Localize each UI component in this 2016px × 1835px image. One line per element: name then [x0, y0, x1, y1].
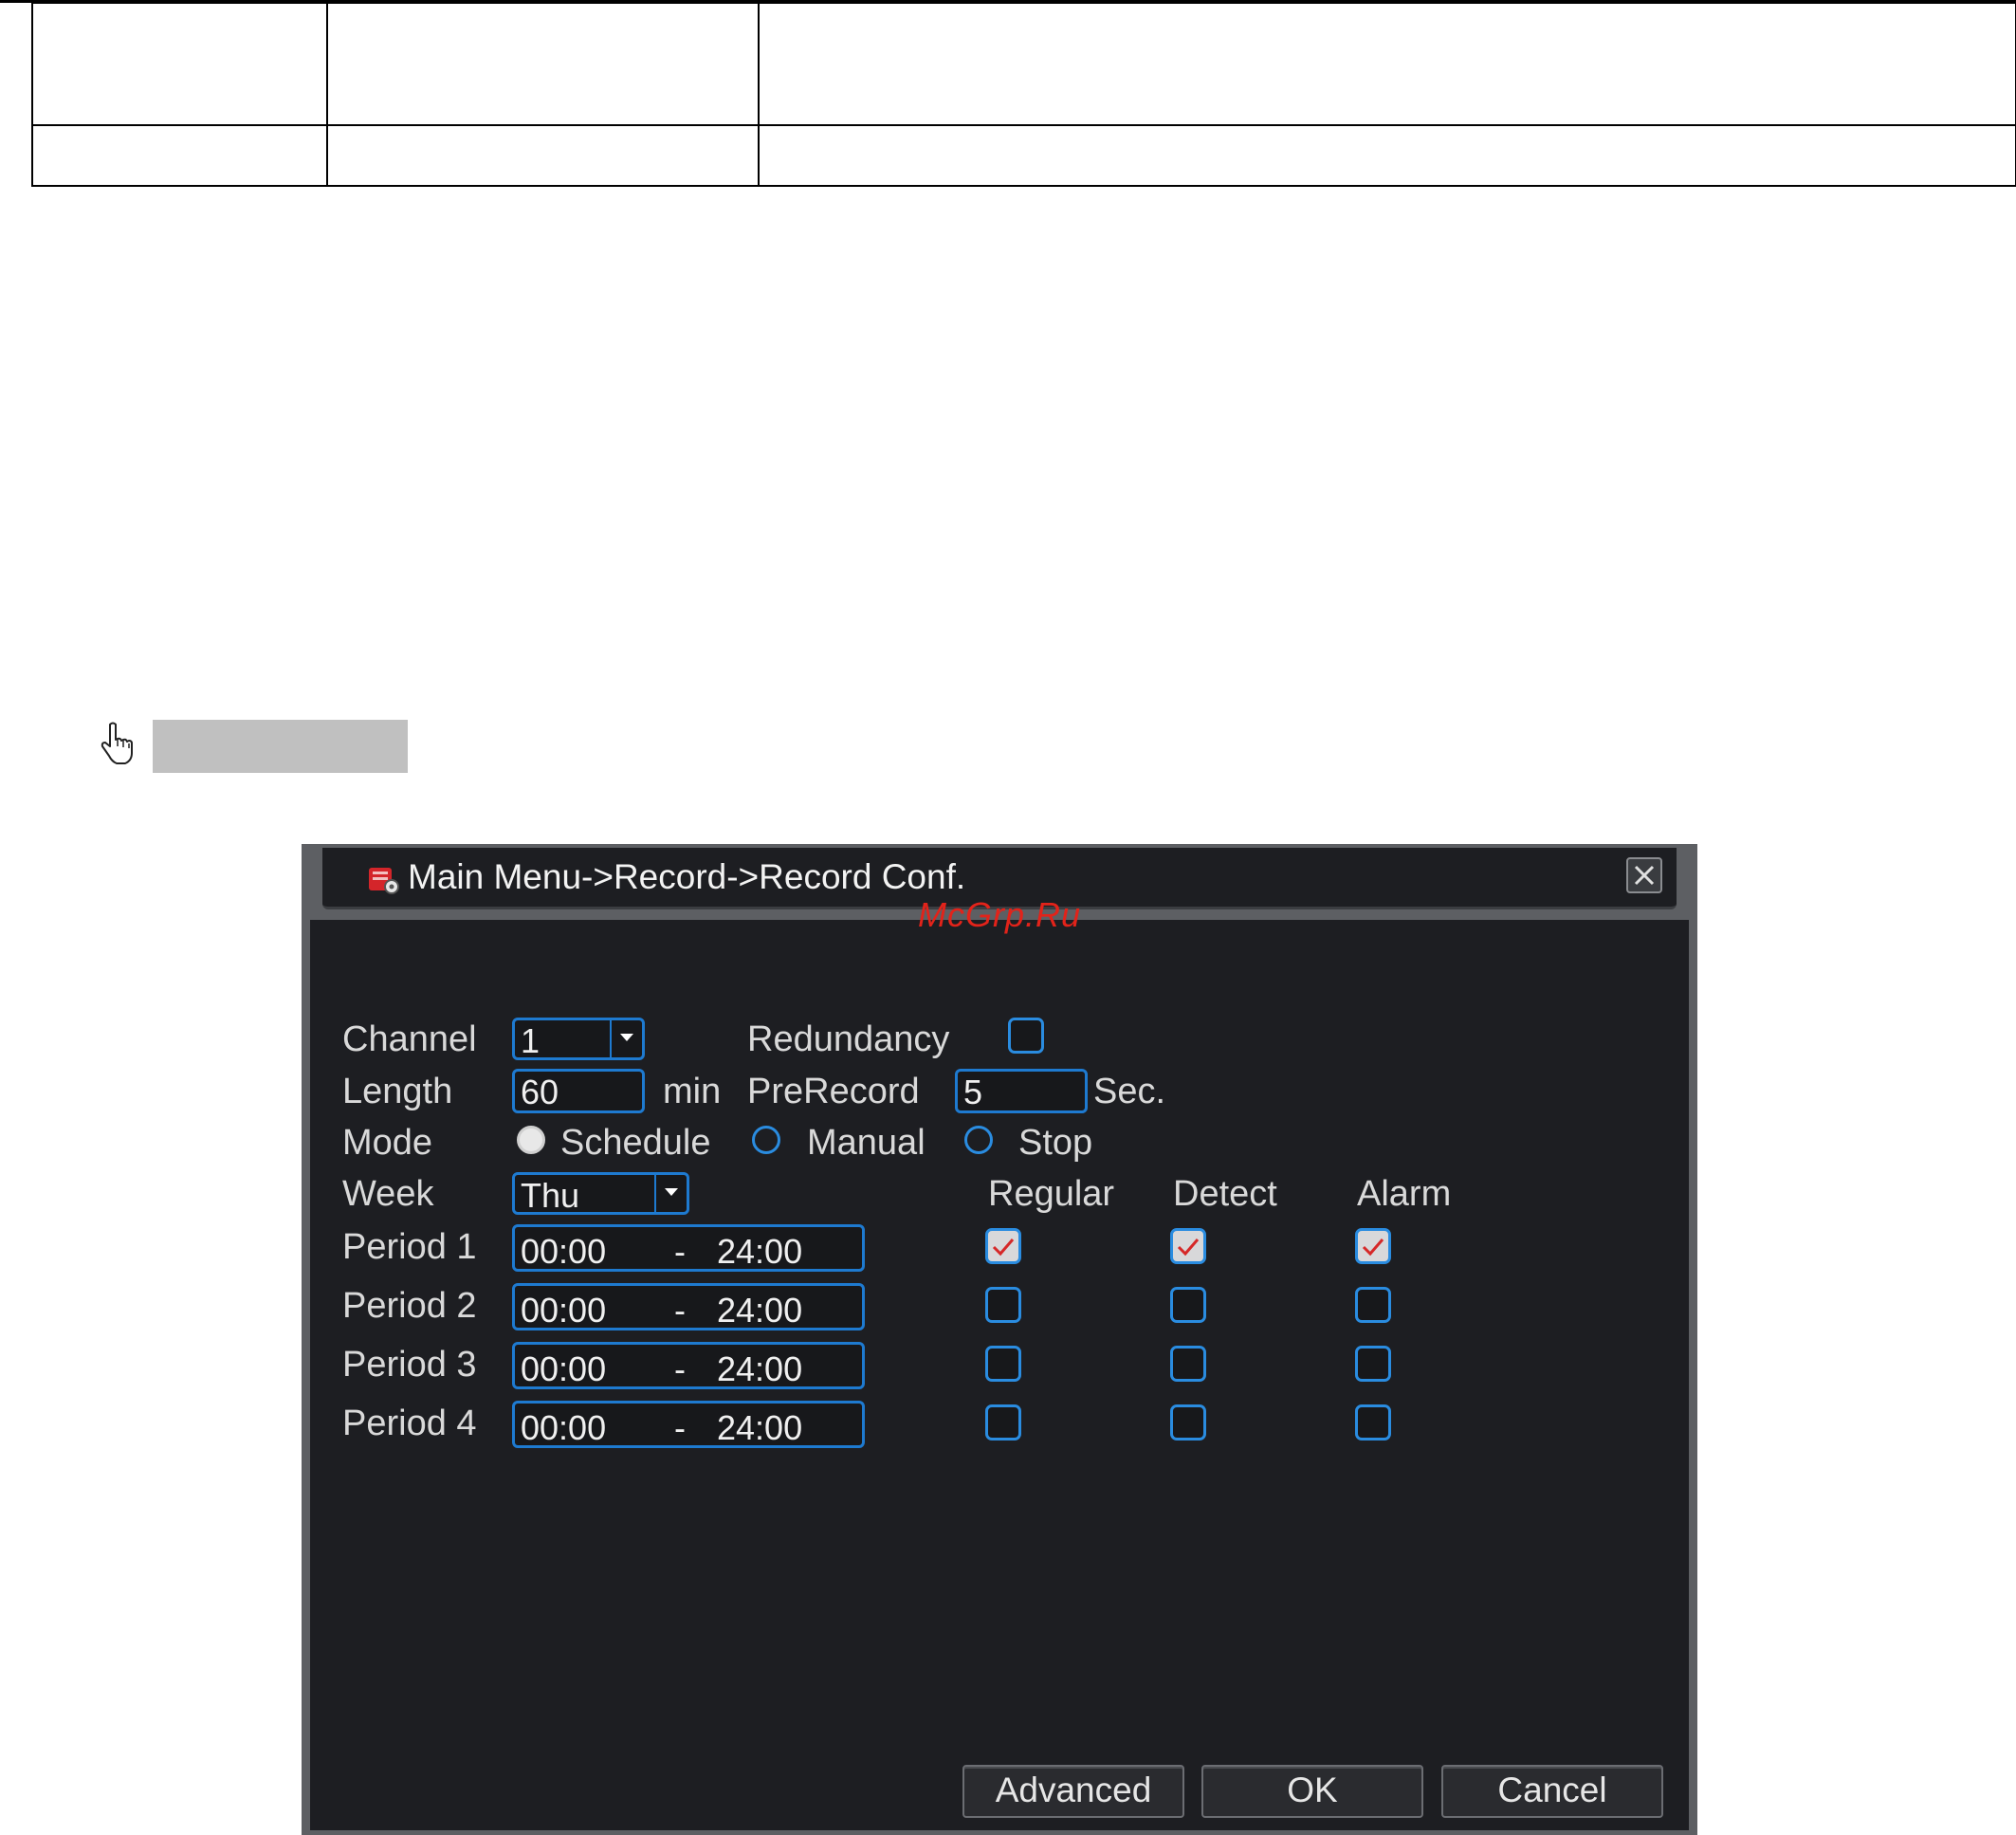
mode-radio-manual[interactable]: [752, 1126, 780, 1154]
period-2-regular-checkbox[interactable]: [985, 1287, 1021, 1323]
period-end: 24:00: [717, 1291, 803, 1330]
period-separator: -: [674, 1232, 686, 1271]
advanced-button[interactable]: Advanced: [962, 1765, 1184, 1818]
period-3-regular-checkbox[interactable]: [985, 1346, 1021, 1382]
dialog-body: Channel 1 Redundancy Length 60 min PreRe…: [310, 920, 1689, 1830]
period-end: 24:00: [717, 1408, 803, 1447]
period-4-detect-checkbox[interactable]: [1170, 1404, 1206, 1440]
mode-radio-schedule[interactable]: [517, 1126, 545, 1154]
watermark: McGrp.Ru: [918, 895, 1082, 934]
checkmark-icon: [992, 1239, 1015, 1257]
channel-select[interactable]: 1: [512, 1018, 645, 1060]
week-label: Week: [342, 1174, 434, 1214]
period-separator: -: [674, 1408, 686, 1447]
period-4-time-input[interactable]: 00:00 - 24:00: [512, 1401, 865, 1448]
table-cell: [31, 124, 328, 187]
mode-option-label: Manual: [807, 1123, 926, 1163]
channel-value: 1: [521, 1021, 541, 1060]
table-cell: [326, 2, 760, 126]
cancel-button[interactable]: Cancel: [1441, 1765, 1663, 1818]
checkmark-icon: [1177, 1239, 1200, 1257]
period-2-detect-checkbox[interactable]: [1170, 1287, 1206, 1323]
chevron-down-icon[interactable]: [654, 1175, 687, 1212]
period-start: 00:00: [521, 1232, 607, 1271]
period-label: Period 3: [342, 1345, 477, 1385]
document-table: [31, 2, 2016, 187]
period-start: 00:00: [521, 1349, 607, 1388]
length-value: 60: [521, 1073, 559, 1111]
period-3-time-input[interactable]: 00:00 - 24:00: [512, 1342, 865, 1389]
period-1-regular-checkbox[interactable]: [985, 1228, 1021, 1264]
table-row: [31, 2, 2016, 126]
length-unit: min: [663, 1072, 722, 1111]
table-cell: [758, 2, 2016, 126]
period-start: 00:00: [521, 1291, 607, 1330]
prerecord-unit: Sec.: [1093, 1072, 1166, 1111]
week-value: Thu: [521, 1176, 580, 1215]
mode-option-label: Schedule: [560, 1123, 711, 1163]
period-label: Period 2: [342, 1286, 477, 1326]
period-1-time-input[interactable]: 00:00 - 24:00: [512, 1224, 865, 1272]
period-2-alarm-checkbox[interactable]: [1355, 1287, 1391, 1323]
table-cell: [326, 124, 760, 187]
week-select[interactable]: Thu: [512, 1172, 689, 1215]
mode-option-label: Stop: [1018, 1123, 1093, 1163]
checkmark-icon: [1362, 1239, 1384, 1257]
prerecord-input[interactable]: 5: [955, 1069, 1088, 1113]
redundancy-label: Redundancy: [747, 1019, 950, 1059]
period-end: 24:00: [717, 1232, 803, 1271]
period-label: Period 4: [342, 1404, 477, 1443]
dialog-title: Main Menu->Record->Record Conf.: [408, 857, 966, 896]
period-label: Period 1: [342, 1227, 477, 1267]
column-header-alarm: Alarm: [1357, 1174, 1452, 1214]
chevron-down-icon[interactable]: [610, 1020, 642, 1057]
pointing-hand-icon: [101, 722, 133, 764]
period-start: 00:00: [521, 1408, 607, 1447]
period-end: 24:00: [717, 1349, 803, 1388]
column-header-regular: Regular: [988, 1174, 1115, 1214]
table-cell: [758, 124, 2016, 187]
table-row: [31, 124, 2016, 187]
period-3-detect-checkbox[interactable]: [1170, 1346, 1206, 1382]
record-config-dialog: Main Menu->Record->Record Conf. Channel …: [302, 844, 1697, 1835]
redundancy-checkbox[interactable]: [1008, 1018, 1044, 1054]
period-1-detect-checkbox[interactable]: [1170, 1228, 1206, 1264]
period-1-alarm-checkbox[interactable]: [1355, 1228, 1391, 1264]
channel-label: Channel: [342, 1019, 477, 1059]
column-header-detect: Detect: [1173, 1174, 1277, 1214]
period-4-regular-checkbox[interactable]: [985, 1404, 1021, 1440]
ok-button[interactable]: OK: [1201, 1765, 1423, 1818]
record-app-icon: [369, 868, 399, 894]
length-input[interactable]: 60: [512, 1069, 645, 1113]
prerecord-label: PreRecord: [747, 1072, 920, 1111]
period-2-time-input[interactable]: 00:00 - 24:00: [512, 1283, 865, 1330]
prerecord-value: 5: [963, 1073, 983, 1111]
period-separator: -: [674, 1291, 686, 1330]
close-icon: [1634, 865, 1655, 886]
table-cell: [31, 2, 328, 126]
close-button[interactable]: [1626, 857, 1662, 893]
period-4-alarm-checkbox[interactable]: [1355, 1404, 1391, 1440]
note-highlight-bar: [153, 720, 408, 773]
mode-radio-stop[interactable]: [964, 1126, 993, 1154]
period-3-alarm-checkbox[interactable]: [1355, 1346, 1391, 1382]
mode-label: Mode: [342, 1123, 433, 1163]
period-separator: -: [674, 1349, 686, 1388]
length-label: Length: [342, 1072, 453, 1111]
